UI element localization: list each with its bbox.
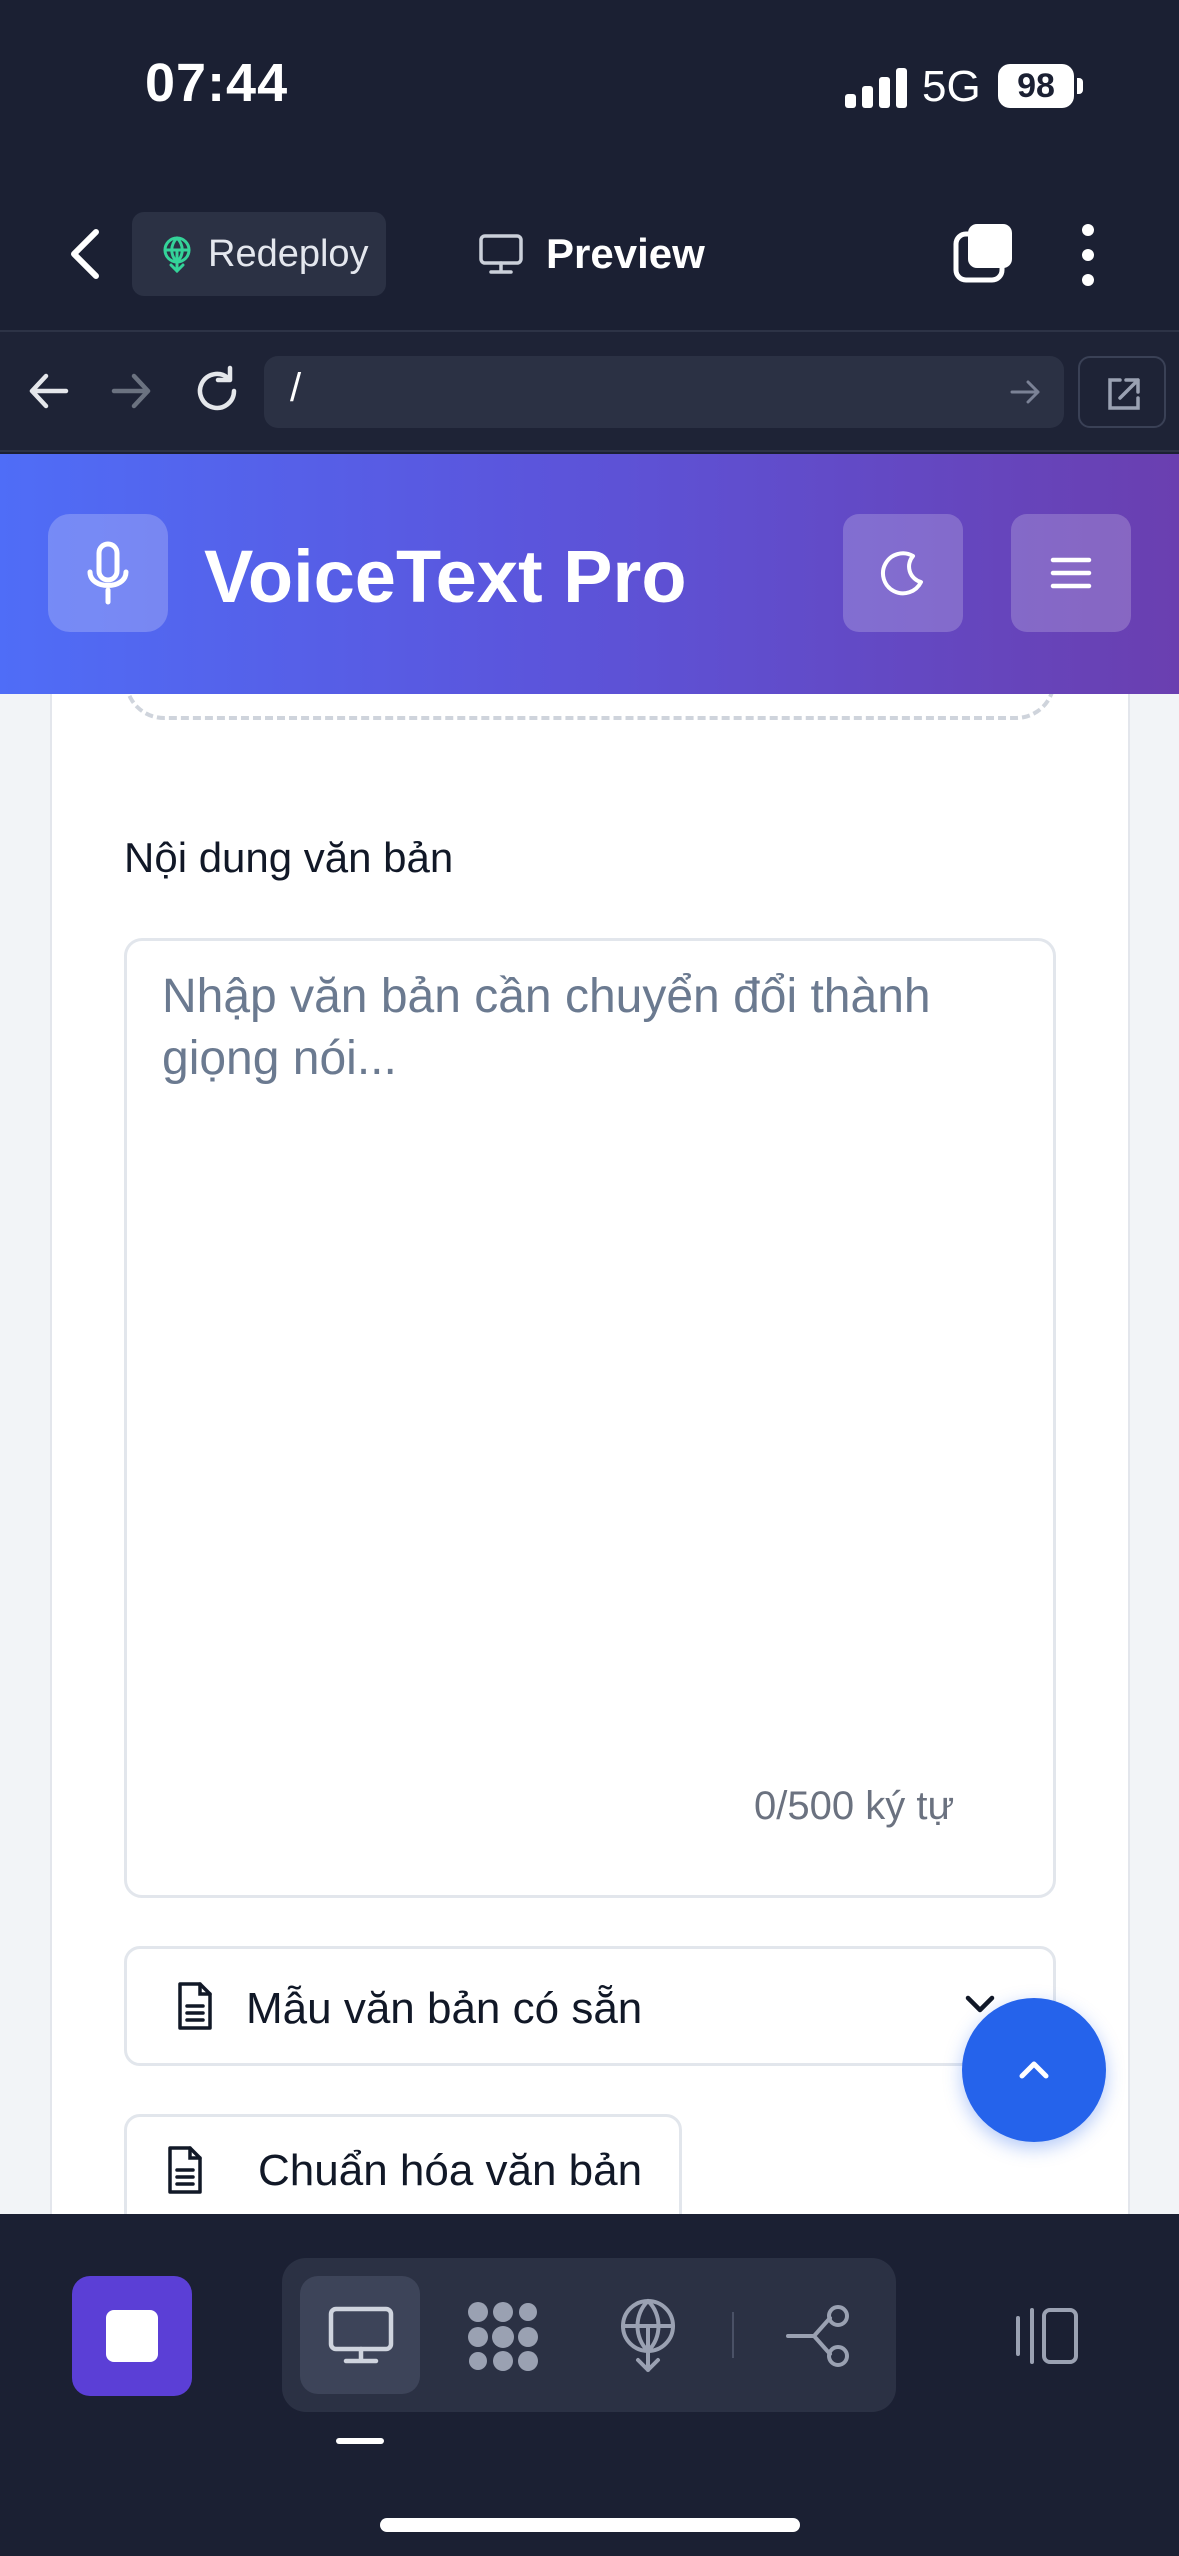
network-type: 5G [922, 62, 981, 111]
flow-icon[interactable] [784, 2304, 856, 2368]
menu-button[interactable] [1011, 514, 1131, 632]
view-switcher-divider [732, 2312, 734, 2358]
app-logo [48, 514, 168, 632]
reload-icon[interactable] [190, 364, 244, 418]
text-section-label: Nội dung văn bản [124, 834, 454, 881]
battery-tip [1077, 78, 1083, 94]
scroll-to-top-button[interactable] [962, 1998, 1106, 2142]
status-time: 07:44 [145, 53, 289, 113]
redeploy-button[interactable]: Redeploy [132, 212, 386, 296]
globe-icon [163, 236, 191, 273]
more-vertical-icon[interactable] [1070, 222, 1106, 288]
arrow-left-icon[interactable] [24, 366, 74, 416]
app-title: VoiceText Pro [204, 535, 687, 618]
preview-button[interactable]: Preview [478, 218, 705, 290]
active-view-underline [336, 2438, 384, 2444]
battery-level: 98 [998, 64, 1074, 108]
theme-toggle-button[interactable] [843, 514, 963, 632]
chevron-left-icon[interactable] [62, 224, 108, 284]
tabs-icon[interactable] [952, 222, 1014, 284]
preview-label: Preview [546, 230, 705, 277]
upload-dropzone[interactable] [124, 694, 1056, 720]
url-field[interactable] [264, 356, 1064, 428]
dots-grid-icon[interactable] [466, 2300, 540, 2372]
microphone-icon [87, 541, 129, 605]
template-select-label: Mẫu văn bản có sẵn [246, 1984, 643, 2033]
url-text: / [290, 366, 302, 410]
stop-icon [106, 2310, 158, 2362]
moon-icon [881, 551, 923, 596]
open-external-button[interactable] [1078, 356, 1166, 428]
hamburger-menu-icon [1050, 557, 1092, 589]
arrow-right-icon[interactable] [106, 366, 156, 416]
text-input-placeholder: Nhập văn bản cần chuyển đổi thành giọng … [162, 970, 931, 1085]
panel-icon[interactable] [1010, 2304, 1082, 2368]
go-arrow-icon[interactable] [1008, 374, 1044, 410]
signal-icon [845, 66, 909, 108]
monitor-icon[interactable] [326, 2304, 396, 2366]
chevron-up-icon [1019, 2061, 1049, 2079]
normalize-text-label: Chuẩn hóa văn bản [258, 2146, 643, 2195]
redeploy-label: Redeploy [208, 232, 369, 275]
external-link-icon [1108, 378, 1140, 410]
home-indicator[interactable] [380, 2518, 800, 2532]
document-icon [178, 1982, 212, 2030]
document-icon [168, 2146, 202, 2194]
globe-icon[interactable] [612, 2296, 684, 2374]
monitor-icon [479, 234, 523, 274]
char-counter: 0/500 ký tự [754, 1784, 955, 1828]
